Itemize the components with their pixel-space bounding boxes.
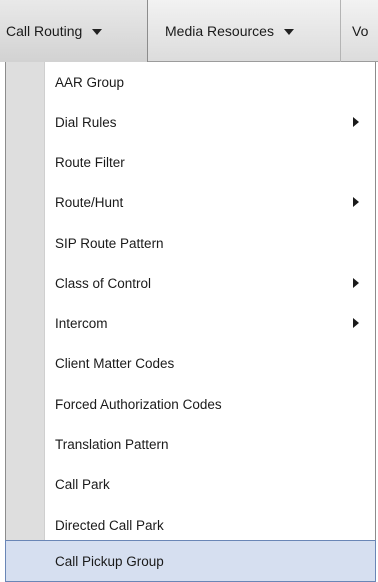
menu-item-label: Forced Authorization Codes [55,396,222,412]
submenu-arrow-icon [353,278,359,288]
menu-item-label: Route/Hunt [55,194,124,210]
menu-voice-mail-label: Vo [352,23,369,39]
menu-item-label: Route Filter [55,154,125,170]
menu-media-resources-label: Media Resources [165,23,274,39]
menu-call-routing[interactable]: Call Routing [0,0,148,62]
menu-item-route-filter[interactable]: Route Filter [6,142,375,182]
submenu-arrow-icon [353,197,359,207]
submenu-arrow-icon [353,117,359,127]
menu-item-route-hunt[interactable]: Route/Hunt [6,182,375,222]
menu-voice-mail[interactable]: Vo [342,0,378,62]
chevron-down-icon [283,29,294,35]
menu-item-aar-group[interactable]: AAR Group [6,62,375,102]
menu-item-directed-call-park[interactable]: Directed Call Park [6,505,375,545]
menu-item-label: SIP Route Pattern [55,235,164,251]
menubar: Call Routing Media Resources Vo [0,0,378,62]
menu-item-label: Intercom [55,315,108,331]
menu-call-routing-label: Call Routing [6,23,83,39]
menu-item-call-pickup-group[interactable]: Call Pickup Group [5,540,376,582]
menu-item-class-of-control[interactable]: Class of Control [6,263,375,303]
call-routing-dropdown: AAR Group Dial Rules Route Filter Route/… [5,62,376,582]
menu-item-intercom[interactable]: Intercom [6,303,375,343]
menu-item-translation-pattern[interactable]: Translation Pattern [6,424,375,464]
menu-item-label: Call Pickup Group [55,553,164,569]
menu-media-resources[interactable]: Media Resources [149,0,341,62]
menu-item-sip-route-pattern[interactable]: SIP Route Pattern [6,223,375,263]
submenu-arrow-icon [353,318,359,328]
chevron-down-icon [92,29,103,35]
menu-item-label: AAR Group [55,74,125,90]
menu-item-label: Client Matter Codes [55,355,175,371]
menu-item-label: Directed Call Park [55,517,164,533]
menu-item-label: Dial Rules [55,114,117,130]
menu-item-forced-authorization-codes[interactable]: Forced Authorization Codes [6,384,375,424]
menu-item-dial-rules[interactable]: Dial Rules [6,102,375,142]
menu-item-label: Call Park [55,476,110,492]
menu-item-client-matter-codes[interactable]: Client Matter Codes [6,343,375,383]
menu-item-label: Class of Control [55,275,152,291]
menu-item-call-park[interactable]: Call Park [6,464,375,504]
page: Call Routing Media Resources Vo AAR Grou… [0,0,378,582]
menu-item-label: Translation Pattern [55,436,169,452]
